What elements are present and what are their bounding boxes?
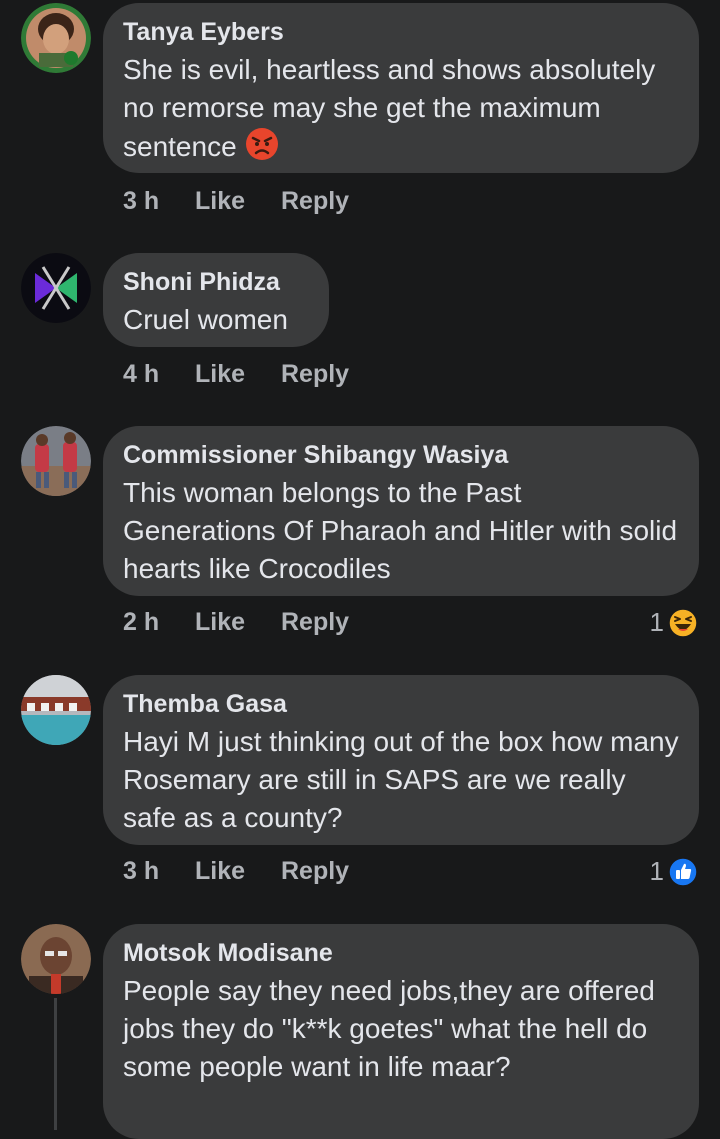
comment-bubble: Tanya Eybers She is evil, heartless and … (103, 3, 699, 173)
like-button[interactable]: Like (195, 608, 281, 637)
comment-timestamp[interactable]: 3 h (123, 857, 195, 886)
reaction-summary[interactable]: 1 (650, 607, 698, 638)
comment-author[interactable]: Tanya Eybers (123, 17, 679, 47)
comment-actions: 2 h Like Reply (123, 608, 349, 637)
comment-timestamp[interactable]: 3 h (123, 187, 195, 216)
comment-timestamp[interactable]: 4 h (123, 360, 195, 389)
reaction-count: 1 (649, 856, 664, 886)
comment-text: This woman belongs to the Past Generatio… (123, 477, 678, 584)
haha-reaction-icon (668, 607, 698, 638)
avatar[interactable] (21, 253, 91, 323)
comment-author[interactable]: Commissioner Shibangy Wasiya (123, 440, 679, 470)
avatar[interactable] (21, 675, 91, 745)
comment-bubble: Commissioner Shibangy Wasiya This woman … (103, 426, 699, 596)
comment-actions: 3 h Like Reply (123, 857, 349, 886)
comment-actions: 4 h Like Reply (123, 360, 349, 389)
reply-button[interactable]: Reply (281, 857, 349, 886)
comment-author[interactable]: Themba Gasa (123, 689, 679, 719)
like-button[interactable]: Like (195, 857, 281, 886)
comment-text: Cruel women (123, 304, 288, 335)
comment-bubble: Motsok Modisane People say they need job… (103, 924, 699, 1139)
comment-bubble: Themba Gasa Hayi M just thinking out of … (103, 675, 699, 845)
comment-text: She is evil, heartless and shows absolut… (123, 54, 656, 162)
like-reaction-icon (668, 856, 698, 887)
reply-button[interactable]: Reply (281, 360, 349, 389)
comment-author[interactable]: Shoni Phidza (123, 267, 309, 297)
reaction-summary[interactable]: 1 (650, 856, 698, 887)
comment-text: Hayi M just thinking out of the box how … (123, 726, 679, 833)
reply-button[interactable]: Reply (281, 187, 349, 216)
reply-button[interactable]: Reply (281, 608, 349, 637)
comment-actions: 3 h Like Reply (123, 187, 349, 216)
comment-timestamp[interactable]: 2 h (123, 608, 195, 637)
avatar[interactable] (21, 3, 91, 73)
comment-text: People say they need jobs,they are offer… (123, 975, 655, 1082)
avatar[interactable] (21, 426, 91, 496)
angry-face-icon (245, 128, 278, 160)
thread-line (54, 998, 57, 1130)
like-button[interactable]: Like (195, 187, 281, 216)
like-button[interactable]: Like (195, 360, 281, 389)
reaction-count: 1 (649, 607, 664, 637)
comment-bubble: Shoni Phidza Cruel women (103, 253, 329, 347)
comment-author[interactable]: Motsok Modisane (123, 938, 679, 968)
avatar[interactable] (21, 924, 91, 994)
